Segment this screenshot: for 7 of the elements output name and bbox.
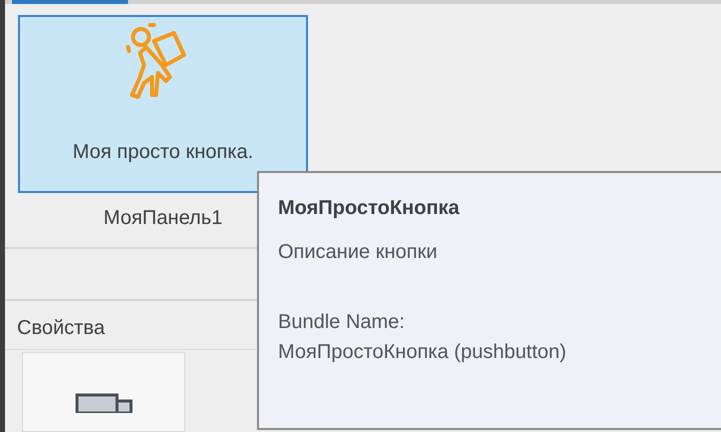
section-title: Свойства bbox=[17, 316, 105, 341]
tooltip-description: Описание кнопки bbox=[278, 240, 438, 265]
bundle-value: МояПростоКнопка (pushbutton) bbox=[278, 340, 566, 365]
ribbon-button[interactable]: Моя просто кнопка. bbox=[18, 14, 308, 193]
bundle-label: Bundle Name: bbox=[278, 310, 405, 335]
tooltip-title: МояПростоКнопка bbox=[278, 196, 460, 221]
folder-icon bbox=[74, 393, 132, 413]
